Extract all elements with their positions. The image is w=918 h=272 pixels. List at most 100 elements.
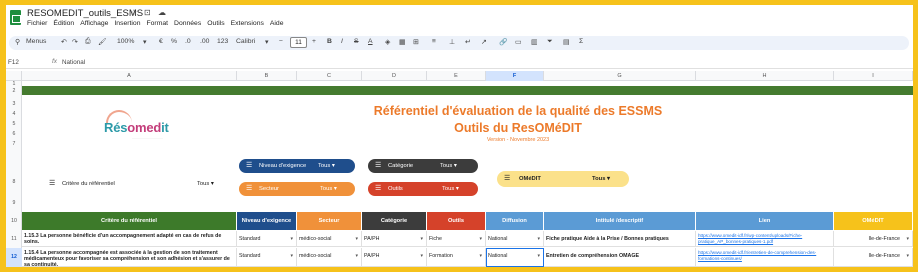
vertical-align-icon[interactable]: ⊥ bbox=[449, 38, 455, 46]
select-all-corner[interactable] bbox=[6, 71, 22, 81]
row-header[interactable]: 9 bbox=[6, 199, 22, 208]
font-size-decrease-button[interactable]: − bbox=[279, 38, 283, 45]
insert-link-icon[interactable]: 🔗 bbox=[499, 38, 507, 46]
menu-extensions[interactable]: Extensions bbox=[231, 20, 264, 27]
dropdown-arrow-icon[interactable]: ▾ bbox=[906, 231, 909, 246]
column-header-h[interactable]: H bbox=[696, 71, 834, 81]
table-cell-secteur[interactable]: médico-social ▾ bbox=[297, 248, 362, 267]
table-cell-lien[interactable]: https://www.omedit-idf.fr/entretien-de-c… bbox=[696, 248, 834, 267]
chevron-down-icon[interactable]: ▾ bbox=[265, 38, 268, 46]
strikethrough-button[interactable]: S bbox=[354, 38, 359, 45]
fill-color-icon[interactable]: ◈ bbox=[385, 38, 390, 46]
print-icon[interactable]: ⎙ bbox=[85, 38, 90, 46]
dropdown-arrow-icon[interactable]: ▾ bbox=[479, 248, 482, 264]
paint-format-icon[interactable]: 🖌 bbox=[98, 38, 107, 46]
filter-outils[interactable]: ☰ Outils Tous ▾ bbox=[368, 182, 478, 196]
row-header[interactable]: 7 bbox=[6, 140, 22, 149]
number-format-button[interactable]: 123 bbox=[217, 38, 228, 45]
filter-omedit[interactable]: ☰ OMéDIT Tous ▾ bbox=[497, 171, 629, 187]
dropdown-arrow-icon[interactable]: ▾ bbox=[355, 248, 358, 264]
redo-icon[interactable]: ↷ bbox=[72, 38, 78, 46]
font-size-input[interactable]: 11 bbox=[290, 37, 307, 48]
header-diffusion[interactable]: Diffusion bbox=[486, 212, 544, 230]
menu-insertion[interactable]: Insertion bbox=[114, 20, 140, 27]
table-cell-diffusion[interactable]: National ▾ bbox=[486, 231, 544, 247]
search-icon[interactable]: ⚲ bbox=[15, 38, 20, 46]
dropdown-arrow-icon[interactable]: ▾ bbox=[479, 231, 482, 246]
cloud-status-icon[interactable]: ☁ bbox=[158, 8, 166, 17]
table-cell-categorie[interactable]: PA/PH ▾ bbox=[362, 231, 427, 247]
header-lien[interactable]: Lien bbox=[696, 212, 834, 230]
header-intitule[interactable]: Intitulé /descriptif bbox=[544, 212, 696, 230]
column-header-c[interactable]: C bbox=[297, 71, 362, 81]
header-critere[interactable]: Critère du référentiel bbox=[22, 212, 237, 230]
filter-views-icon[interactable]: ▤ bbox=[563, 38, 569, 46]
text-wrap-icon[interactable]: ↵ bbox=[465, 38, 471, 46]
table-cell-categorie[interactable]: PA/PH ▾ bbox=[362, 248, 427, 267]
sheets-logo-icon[interactable] bbox=[10, 10, 21, 25]
formula-input[interactable]: National bbox=[62, 59, 85, 66]
font-size-increase-button[interactable]: + bbox=[312, 38, 316, 45]
currency-button[interactable]: € bbox=[159, 38, 163, 45]
text-color-button[interactable]: A bbox=[368, 38, 373, 45]
font-select[interactable]: Calibri bbox=[236, 38, 255, 45]
dropdown-arrow-icon[interactable]: ▾ bbox=[537, 231, 540, 246]
dropdown-arrow-icon[interactable]: ▾ bbox=[420, 231, 423, 246]
align-left-icon[interactable]: ≡ bbox=[432, 38, 436, 45]
increase-decimals-button[interactable]: .00 bbox=[200, 38, 209, 45]
row-header[interactable]: 12 bbox=[6, 248, 22, 267]
table-cell-intitule[interactable]: Fiche pratique Aide à la Prise / Bonnes … bbox=[544, 231, 696, 247]
header-categorie[interactable]: Catégorie bbox=[362, 212, 427, 230]
menu-outils[interactable]: Outils bbox=[207, 20, 224, 27]
functions-icon[interactable]: Σ bbox=[579, 38, 583, 45]
document-title[interactable]: RESOMEDIT_outils_ESMS bbox=[27, 8, 143, 19]
borders-icon[interactable]: ▦ bbox=[399, 38, 405, 46]
filter-icon[interactable]: ⏷ bbox=[547, 38, 552, 46]
table-cell-omedit[interactable]: Ile-de-France ▾ bbox=[834, 248, 913, 267]
decrease-decimals-button[interactable]: .0 bbox=[185, 38, 191, 45]
row-header[interactable]: 8 bbox=[6, 178, 22, 187]
header-outils[interactable]: Outils bbox=[427, 212, 486, 230]
table-cell-outils[interactable]: Fiche ▾ bbox=[427, 231, 486, 247]
text-rotation-icon[interactable]: ↗ bbox=[481, 38, 487, 46]
zoom-select[interactable]: 100% bbox=[117, 38, 134, 45]
table-cell-critere[interactable]: 1.15.4 La personne accompagnée est assoc… bbox=[22, 248, 237, 267]
column-header-f[interactable]: F bbox=[486, 71, 544, 81]
insert-chart-icon[interactable]: ▥ bbox=[531, 38, 537, 46]
percent-button[interactable]: % bbox=[171, 38, 177, 45]
italic-button[interactable]: I bbox=[341, 38, 343, 45]
move-folder-icon[interactable]: ⊡ bbox=[144, 8, 151, 17]
table-cell-niveau[interactable]: Standard ▾ bbox=[237, 231, 297, 247]
column-header-e[interactable]: E bbox=[427, 71, 486, 81]
table-cell-intitule[interactable]: Entretien de compréhension OMAGE bbox=[544, 248, 696, 267]
bold-button[interactable]: B bbox=[327, 38, 332, 45]
menus-search-button[interactable]: Menus bbox=[26, 38, 46, 45]
name-box[interactable]: F12 bbox=[8, 59, 19, 66]
column-header-a[interactable]: A bbox=[22, 71, 237, 81]
table-cell-critere[interactable]: 1.15.3 La personne bénéficie d'un accomp… bbox=[22, 231, 237, 247]
merge-cells-icon[interactable]: ⊞ bbox=[413, 38, 419, 46]
table-cell-lien[interactable]: https://www.omedit-idf.fr/wp-content/upl… bbox=[696, 231, 834, 247]
menu-edition[interactable]: Édition bbox=[53, 20, 74, 27]
column-header-i[interactable]: I bbox=[834, 71, 913, 81]
dropdown-arrow-icon[interactable]: ▾ bbox=[290, 248, 293, 264]
menu-donnees[interactable]: Données bbox=[174, 20, 201, 27]
filter-critere[interactable]: ☰ Critère du référentiel Tous ▾ bbox=[42, 177, 232, 191]
column-header-d[interactable]: D bbox=[362, 71, 427, 81]
menu-format[interactable]: Format bbox=[147, 20, 169, 27]
table-cell-secteur[interactable]: médico-social ▾ bbox=[297, 231, 362, 247]
row-header[interactable]: 6 bbox=[6, 130, 22, 139]
menu-aide[interactable]: Aide bbox=[270, 20, 284, 27]
filter-secteur[interactable]: ☰ Secteur Tous ▾ bbox=[239, 182, 355, 196]
row-header[interactable]: 2 bbox=[6, 88, 22, 95]
row-header[interactable]: 5 bbox=[6, 120, 22, 129]
header-omedit[interactable]: OMéDIT bbox=[834, 212, 913, 230]
table-cell-outils[interactable]: Formation ▾ bbox=[427, 248, 486, 267]
filter-niveau-exigence[interactable]: ☰ Niveau d'exigence Tous ▾ bbox=[239, 159, 355, 173]
dropdown-arrow-icon[interactable]: ▾ bbox=[355, 231, 358, 246]
row-header[interactable]: 11 bbox=[6, 231, 22, 247]
table-cell-niveau[interactable]: Standard ▾ bbox=[237, 248, 297, 267]
row-header[interactable]: 4 bbox=[6, 110, 22, 119]
dropdown-arrow-icon[interactable]: ▾ bbox=[290, 231, 293, 246]
row-header[interactable]: 1 bbox=[6, 81, 22, 88]
